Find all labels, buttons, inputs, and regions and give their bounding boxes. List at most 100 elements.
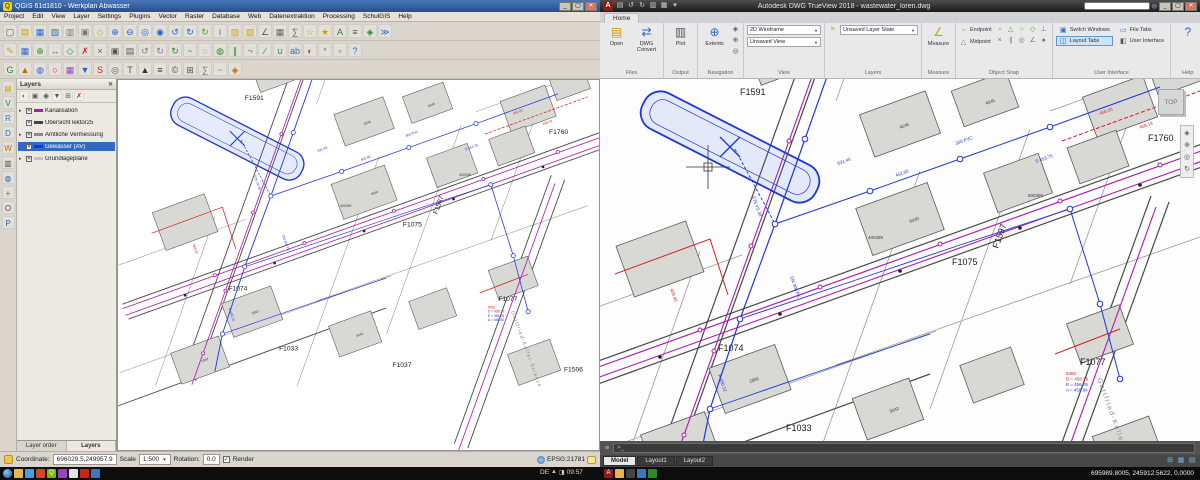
close-button[interactable]: ✕ xyxy=(1185,2,1197,11)
coordinate-capture-icon[interactable] xyxy=(4,455,13,464)
endpoint-snap-button[interactable]: ▫Endpoint xyxy=(959,25,992,35)
cad-icon[interactable] xyxy=(58,469,67,478)
clock[interactable]: 09:57 xyxy=(567,469,583,476)
undo-icon[interactable]: ↺ xyxy=(138,43,152,57)
explorer-icon[interactable] xyxy=(14,469,23,478)
panel-close-icon[interactable]: ✕ xyxy=(108,81,113,88)
maximize-button[interactable]: ▢ xyxy=(1172,2,1184,11)
folder-icon[interactable] xyxy=(615,469,624,478)
qgis-icon[interactable]: Q xyxy=(47,469,56,478)
panel-tab-layer-order[interactable]: Layer order xyxy=(17,441,67,451)
media-icon[interactable] xyxy=(80,469,89,478)
zoom-extents-button[interactable]: ⊕ Extents xyxy=(701,25,728,47)
open-button[interactable]: ▤ Open xyxy=(603,25,630,47)
doc-icon[interactable] xyxy=(637,469,646,478)
qat-sheetset-icon[interactable]: ▦ xyxy=(659,1,669,11)
truview-icon[interactable]: A xyxy=(604,469,613,478)
panel-tab-layers[interactable]: Layers xyxy=(67,441,117,451)
epsg-status[interactable]: EPSG:21781 xyxy=(547,456,585,463)
snap-tangent-icon[interactable]: ∠ xyxy=(1028,36,1038,46)
snap-endpoint-icon[interactable]: ▫ xyxy=(995,25,1005,35)
coordinate-capture-icon[interactable]: ◎ xyxy=(108,62,122,76)
menu-item[interactable]: Help xyxy=(394,13,415,20)
start-button[interactable] xyxy=(3,469,12,478)
tab-model[interactable]: Model xyxy=(603,456,636,466)
tab-layout2[interactable]: Layout2 xyxy=(676,456,713,466)
zoom-previous-icon[interactable]: ◎ xyxy=(731,47,740,56)
terminal-icon[interactable] xyxy=(626,469,635,478)
dwg-convert-button[interactable]: ⇄ DWG Convert xyxy=(633,25,660,53)
snap-perpendicular-icon[interactable]: ⊥ xyxy=(1039,25,1049,35)
expand-arrow-icon[interactable]: ▸ xyxy=(19,156,24,162)
zoom-layer-icon[interactable]: ◉ xyxy=(153,24,167,38)
layer-styling-icon[interactable]: ◐ xyxy=(303,43,317,57)
menu-item[interactable]: Settings xyxy=(94,13,126,20)
chat-icon[interactable] xyxy=(648,469,657,478)
menu-item[interactable]: Layer xyxy=(69,13,93,20)
gdal-icon[interactable]: ▲ xyxy=(18,62,32,76)
snap-quadrant-icon[interactable]: ◎ xyxy=(1017,36,1027,46)
menu-item[interactable]: View xyxy=(47,13,69,20)
add-database-icon[interactable]: D xyxy=(2,126,15,139)
workspace-icon[interactable]: ▤ xyxy=(1187,456,1197,466)
help-icon[interactable]: ? xyxy=(348,43,362,57)
coordinate-input[interactable]: 696029.5,249957.9 xyxy=(53,454,117,465)
data-extract-icon[interactable]: ▼ xyxy=(78,62,92,76)
viewcube[interactable]: TOP xyxy=(1158,89,1184,115)
web-icon[interactable]: ◍ xyxy=(33,62,47,76)
nav-orbit-icon[interactable]: ↻ xyxy=(1183,165,1192,174)
offset-curve-icon[interactable]: ∥ xyxy=(228,43,242,57)
annotation-icon[interactable]: A xyxy=(333,24,347,38)
tray-up-icon[interactable]: ▲ xyxy=(551,469,557,476)
snap-node-icon[interactable]: ◇ xyxy=(1028,25,1038,35)
toggle-editing-icon[interactable]: ✎ xyxy=(3,43,17,57)
qat-open-icon[interactable]: ▤ xyxy=(615,1,625,11)
fullnav-wheel-icon[interactable]: ◈ xyxy=(1183,129,1192,138)
visual-style-dropdown[interactable]: 2D Wireframe▼ xyxy=(747,25,821,35)
measure-button[interactable]: ∠ Measure xyxy=(925,25,952,47)
layer-visibility-checkbox[interactable]: ✕ xyxy=(26,108,32,114)
customize-icon[interactable]: ≡ xyxy=(605,445,609,452)
qat-undo-icon[interactable]: ↺ xyxy=(626,1,636,11)
menu-item[interactable]: Processing xyxy=(319,13,359,20)
tray-volume-icon[interactable]: ◨ xyxy=(559,469,565,476)
simplify-feature-icon[interactable]: ~ xyxy=(183,43,197,57)
zoom-window-icon[interactable]: ⊕ xyxy=(731,36,740,45)
layer-item[interactable]: ✕Übersicht lektor25 xyxy=(18,118,115,127)
save-project-icon[interactable]: ▦ xyxy=(33,24,47,38)
scalebar-icon[interactable]: ≡ xyxy=(153,62,167,76)
delete-selected-icon[interactable]: ✗ xyxy=(78,43,92,57)
layout-tabs-button[interactable]: ◫Layout Tabs xyxy=(1056,36,1113,46)
add-vector-icon[interactable]: V xyxy=(2,96,15,109)
render-checkbox[interactable]: ✓ xyxy=(223,456,230,463)
user-interface-button[interactable]: ◧User Interface xyxy=(1116,36,1168,46)
identify-icon[interactable]: i xyxy=(213,24,227,38)
maptips-icon[interactable]: ◈ xyxy=(363,24,377,38)
cut-features-icon[interactable]: × xyxy=(93,43,107,57)
add-delimited-icon[interactable]: ▥ xyxy=(2,156,15,169)
expand-arrow-icon[interactable]: ▸ xyxy=(19,132,24,138)
rotate-feature-icon[interactable]: ↻ xyxy=(168,43,182,57)
add-feature-icon[interactable]: ⊕ xyxy=(33,43,47,57)
grid-toggle-icon[interactable]: ⊞ xyxy=(1165,456,1175,466)
nav-pan-icon[interactable]: ⊕ xyxy=(1183,141,1192,150)
grid-icon[interactable]: ⊞ xyxy=(183,62,197,76)
menu-item[interactable]: Project xyxy=(0,13,28,20)
qat-dropdown-icon[interactable]: ▾ xyxy=(670,1,680,11)
split-features-icon[interactable]: ∕ xyxy=(258,43,272,57)
schulgis-icon[interactable]: S xyxy=(93,62,107,76)
nav-zoom-icon[interactable]: ◎ xyxy=(1183,153,1192,162)
rotation-input[interactable]: 0.0 xyxy=(203,454,220,465)
plot-button[interactable]: ▥ Plot xyxy=(667,25,694,47)
new-layer-icon[interactable]: + xyxy=(2,186,15,199)
maximize-button[interactable]: ▢ xyxy=(572,2,584,11)
select-features-icon[interactable]: ▨ xyxy=(228,24,242,38)
qat-redo-icon[interactable]: ↻ xyxy=(637,1,647,11)
copyright-icon[interactable]: © xyxy=(168,62,182,76)
layer-item[interactable]: ▸✕Kanalisation xyxy=(18,106,115,115)
notes-icon[interactable] xyxy=(69,469,78,478)
deselect-icon[interactable]: ▧ xyxy=(243,24,257,38)
python-console-icon[interactable]: ≫ xyxy=(378,24,392,38)
new-shapefile-icon[interactable]: ▫ xyxy=(333,43,347,57)
composer-manager-icon[interactable]: ▣ xyxy=(78,24,92,38)
